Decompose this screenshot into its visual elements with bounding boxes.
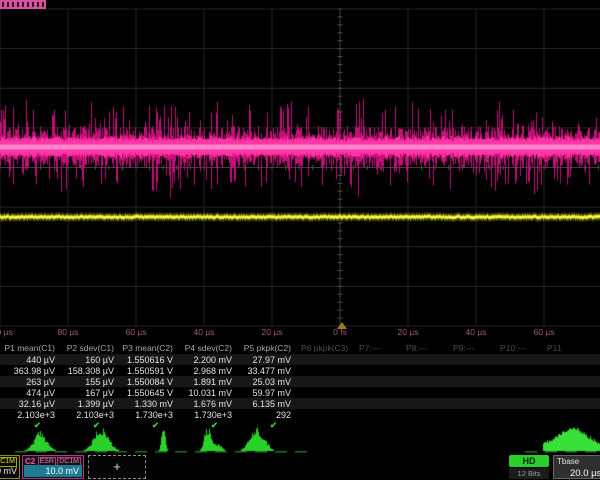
stat-row: 32.16 µV1.399 µV1.330 mV1.676 mV6.135 mV bbox=[0, 398, 600, 409]
time-axis-label: 20 µs bbox=[376, 327, 440, 337]
timebase-descriptor-box[interactable]: Tbase 20.0 µs bbox=[553, 455, 600, 479]
stat-value: 1.399 µV bbox=[59, 399, 118, 409]
stat-value: 33.477 mV bbox=[236, 366, 295, 376]
stat-value: 1.730e+3 bbox=[177, 410, 236, 420]
stat-value: 2.103e+3 bbox=[59, 410, 118, 420]
stat-value: 167 µV bbox=[59, 388, 118, 398]
trace-label-text-marks bbox=[2, 2, 44, 7]
hd-mode-badge[interactable]: HD bbox=[509, 455, 549, 467]
stat-value: 10.031 mV bbox=[177, 388, 236, 398]
time-axis-label: 80 µs bbox=[36, 327, 100, 337]
time-axis-label: 60 µs bbox=[104, 327, 168, 337]
time-axis-label: 60 µs bbox=[512, 327, 576, 337]
stat-value: 1.550616 V bbox=[118, 355, 177, 365]
stat-row: 440 µV160 µV1.550616 V2.200 mV27.97 mV bbox=[0, 354, 600, 365]
stat-value: 1.730e+3 bbox=[118, 410, 177, 420]
stat-value: 2.103e+3 bbox=[0, 410, 59, 420]
stat-value: 474 µV bbox=[0, 388, 59, 398]
stat-value: 1.550591 V bbox=[118, 366, 177, 376]
time-axis-label: 20 µs bbox=[240, 327, 304, 337]
stat-value: 2.968 mV bbox=[177, 366, 236, 376]
stat-row: 363.98 µV158.308 µV1.550591 V2.968 mV33.… bbox=[0, 365, 600, 376]
measurement-value-rows: 440 µV160 µV1.550616 V2.200 mV27.97 mV36… bbox=[0, 354, 600, 420]
stat-value: 1.676 mV bbox=[177, 399, 236, 409]
param-header[interactable]: P3 mean(C2) bbox=[118, 343, 177, 353]
param-header[interactable]: P5 pkpk(C2) bbox=[236, 343, 295, 353]
param-header-inactive[interactable]: P10:--- bbox=[494, 343, 541, 353]
stat-value: 1.891 mV bbox=[177, 377, 236, 387]
c1-volts-per-div: 10.0 mV bbox=[0, 466, 17, 476]
param-header[interactable]: P4 sdev(C2) bbox=[177, 343, 236, 353]
footer-bar: DC1M 10.0 mV C2 ESR DC1M 10.0 mV + HD 12… bbox=[0, 455, 600, 480]
channel-c2-descriptor-box[interactable]: C2 ESR DC1M 10.0 mV bbox=[22, 455, 84, 479]
param-header[interactable]: P1 mean(C1) bbox=[0, 343, 59, 353]
stat-row: 474 µV167 µV1.550645 V10.031 mV59.97 mV bbox=[0, 387, 600, 398]
param-header-inactive[interactable]: P7:--- bbox=[353, 343, 400, 353]
stat-value: 363.98 µV bbox=[0, 366, 59, 376]
c2-volts-per-div: 10.0 mV bbox=[24, 465, 82, 477]
stat-value: 2.200 mV bbox=[177, 355, 236, 365]
add-trace-button[interactable]: + bbox=[88, 455, 146, 479]
time-axis-label: 40 µs bbox=[444, 327, 508, 337]
param-header-inactive[interactable]: P6 pkpk(C3) bbox=[295, 343, 353, 353]
stat-value: 27.97 mV bbox=[236, 355, 295, 365]
param-header[interactable]: P2 sdev(C1) bbox=[59, 343, 118, 353]
measurement-histicons bbox=[0, 426, 600, 455]
stat-value: 155 µV bbox=[59, 377, 118, 387]
param-header-inactive[interactable]: P9:--- bbox=[447, 343, 494, 353]
measurement-table: P1 mean(C1)P2 sdev(C1)P3 mean(C2)P4 sdev… bbox=[0, 341, 600, 431]
stat-row: 263 µV155 µV1.550084 V1.891 mV25.03 mV bbox=[0, 376, 600, 387]
stat-value: 6.135 mV bbox=[236, 399, 295, 409]
stat-value: 1.550645 V bbox=[118, 388, 177, 398]
oscilloscope-screen: 100 µs80 µs60 µs40 µs20 µs0 fs20 µs40 µs… bbox=[0, 0, 600, 480]
stat-value: 440 µV bbox=[0, 355, 59, 365]
timebase-label: Tbase bbox=[557, 457, 579, 466]
trigger-time-marker-icon[interactable] bbox=[337, 322, 347, 329]
stat-value: 32.16 µV bbox=[0, 399, 59, 409]
channel-c1-descriptor-box[interactable]: DC1M 10.0 mV bbox=[0, 455, 20, 479]
stat-row: 2.103e+32.103e+31.730e+31.730e+3292 bbox=[0, 409, 600, 420]
stat-value: 263 µV bbox=[0, 377, 59, 387]
stat-value: 25.03 mV bbox=[236, 377, 295, 387]
waveform-traces[interactable] bbox=[0, 0, 600, 335]
param-header-inactive[interactable]: P8:--- bbox=[400, 343, 447, 353]
stat-value: 1.330 mV bbox=[118, 399, 177, 409]
stat-value: 59.97 mV bbox=[236, 388, 295, 398]
stat-value: 292 bbox=[236, 410, 295, 420]
time-axis-label: 40 µs bbox=[172, 327, 236, 337]
timebase-value: 20.0 µs bbox=[570, 468, 600, 479]
time-axis-label: 100 µs bbox=[0, 327, 32, 337]
param-header-inactive[interactable]: P11 bbox=[541, 343, 588, 353]
stat-value: 1.550084 V bbox=[118, 377, 177, 387]
measurement-header-row: P1 mean(C1)P2 sdev(C1)P3 mean(C2)P4 sdev… bbox=[0, 341, 600, 354]
trace-label-badge[interactable] bbox=[0, 0, 46, 9]
time-axis-labels: 100 µs80 µs60 µs40 µs20 µs0 fs20 µs40 µs… bbox=[0, 327, 600, 340]
time-axis-label: 80 µs bbox=[580, 327, 600, 337]
hd-bits-label: 12 Bits bbox=[509, 468, 549, 479]
stat-value: 160 µV bbox=[59, 355, 118, 365]
stat-value: 158.308 µV bbox=[59, 366, 118, 376]
